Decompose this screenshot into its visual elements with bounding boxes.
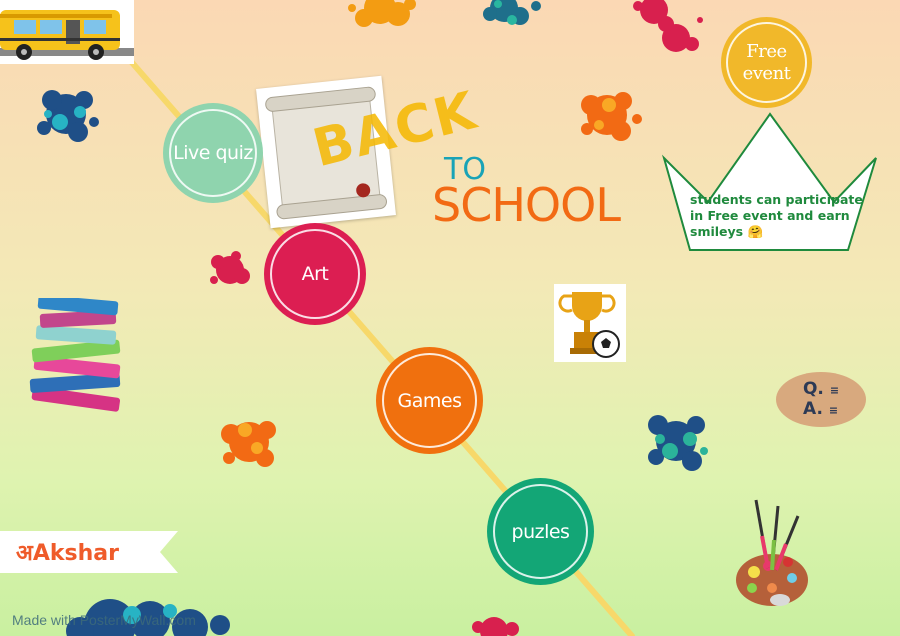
akshar-logo: अAkshar xyxy=(0,531,178,573)
qa-a: A. xyxy=(802,398,823,419)
activity-puzles[interactable]: puzles xyxy=(487,478,594,585)
paint-splat-orange xyxy=(221,421,276,467)
paint-splat-teal xyxy=(483,0,541,25)
activity-label: puzles xyxy=(511,520,570,543)
activity-live-quiz[interactable]: Live quiz xyxy=(163,103,263,203)
activity-label: Live quiz xyxy=(173,142,253,164)
qa-q: Q. xyxy=(802,378,824,399)
akshar-prefix: अ xyxy=(16,541,33,566)
activity-label: Games xyxy=(397,389,462,412)
akshar-name: Akshar xyxy=(32,541,119,566)
free-event-line1: Free xyxy=(746,40,787,62)
poster: BACK TO SCHOOL Live quiz Art Games puzle… xyxy=(0,0,900,636)
paint-splat-orange xyxy=(581,92,642,141)
activity-games[interactable]: Games xyxy=(376,347,483,454)
paint-splat-red xyxy=(472,617,519,636)
crown-text: students can participate in Free event a… xyxy=(690,192,863,239)
paint-splat-orange xyxy=(348,0,416,27)
free-event-badge[interactable]: Free event xyxy=(721,17,812,108)
school-bus-icon xyxy=(0,0,134,64)
activity-label: Art xyxy=(301,263,329,285)
qa-icon[interactable]: Q. ≡ A. ≡ xyxy=(776,372,866,427)
paint-splat-red xyxy=(633,0,703,52)
made-with-footer[interactable]: Made with PosterMyWall.com xyxy=(12,612,196,628)
trophy-ball-icon xyxy=(554,284,626,362)
title-school: SCHOOL xyxy=(432,178,621,232)
paint-splat-red xyxy=(210,251,250,284)
paint-palette-icon xyxy=(736,499,808,606)
books-stack-icon xyxy=(29,298,121,412)
paint-splat-blue xyxy=(648,415,708,471)
paint-splat-blue xyxy=(37,90,99,142)
activity-art[interactable]: Art xyxy=(264,223,366,325)
paint-splat-teal xyxy=(66,599,230,636)
free-event-line2: event xyxy=(742,62,791,84)
